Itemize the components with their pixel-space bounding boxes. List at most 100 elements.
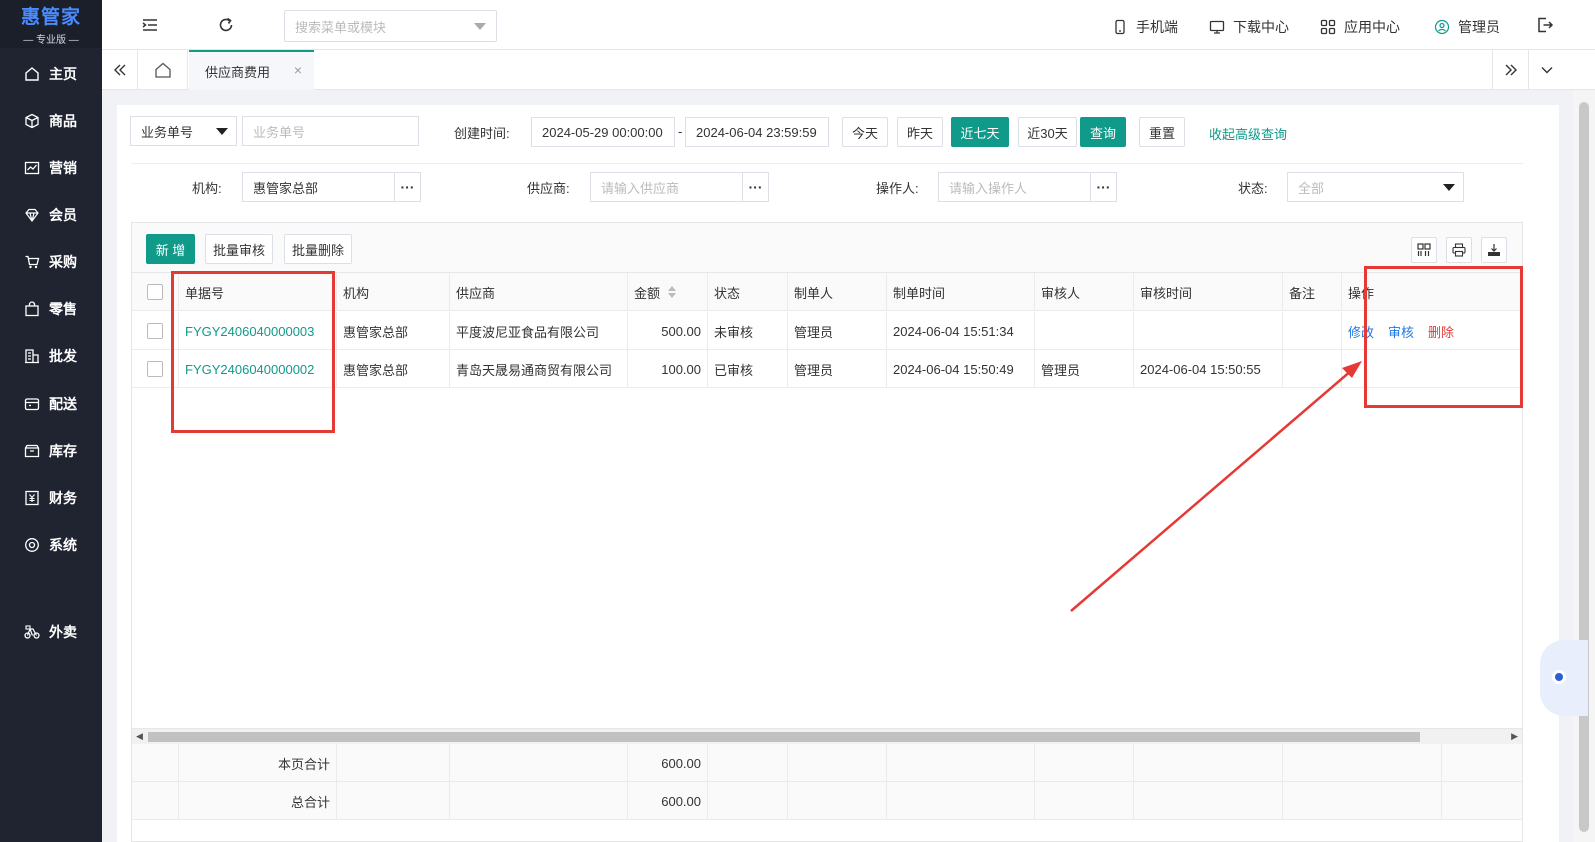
sidebar-item-marketing[interactable]: 营销 [0,150,102,186]
user-menu[interactable]: 管理员 [1434,17,1500,37]
select-all-checkbox[interactable] [147,284,163,300]
header-make-time[interactable]: 制单时间 [887,273,1035,311]
caret-down-icon [1443,184,1455,191]
tab-home[interactable] [138,50,188,90]
caret-down-icon [216,128,228,135]
grand-total-row: 总合计 600.00 [132,782,1522,820]
refresh-icon[interactable] [216,15,236,35]
header-org[interactable]: 机构 [337,273,450,311]
tab-supplier-fee[interactable]: 供应商费用 × [189,50,314,90]
print-button[interactable] [1446,237,1472,263]
sidebar-item-label: 系统 [49,537,77,553]
header-doc-no[interactable]: 单据号 [179,273,337,311]
sidebar-item-inventory[interactable]: 库存 [0,433,102,469]
audit-link[interactable]: 审核 [1388,322,1414,341]
last-7-days-button[interactable]: 近七天 [951,117,1009,147]
supplier-input[interactable]: 请输入供应商 ··· [590,172,769,202]
header-auditor[interactable]: 审核人 [1035,273,1134,311]
divider [131,163,1523,164]
status-select[interactable]: 全部 [1287,172,1464,202]
delete-link[interactable]: 删除 [1428,322,1454,341]
doc-no-link[interactable]: FYGY2406040000003 [179,312,337,350]
assistant-float-button[interactable] [1540,640,1588,716]
scroll-right-arrow-icon[interactable]: ▶ [1511,731,1518,742]
batch-audit-button[interactable]: 批量审核 [205,234,273,264]
operator-picker-button[interactable]: ··· [1090,173,1116,201]
download-center-link[interactable]: 下载中心 [1209,17,1289,37]
yesterday-button[interactable]: 昨天 [897,117,943,147]
menu-search-select[interactable]: 搜索菜单或模块 [284,10,497,42]
menu-fold-icon[interactable] [140,15,160,35]
data-grid: 新 增 批量审核 批量删除 单据号 机构 供应商 金额 状态 制单人 制单时间 … [131,222,1523,842]
edit-link[interactable]: 修改 [1348,322,1374,341]
row-checkbox[interactable] [147,323,163,339]
header-audit-time[interactable]: 审核时间 [1134,273,1283,311]
date-from-input[interactable]: 2024-05-29 00:00:00 [531,117,675,147]
scroll-left-arrow-icon[interactable]: ◀ [136,731,143,742]
sidebar-item-retail[interactable]: 零售 [0,291,102,327]
empty-cell [887,782,1035,820]
query-button[interactable]: 查询 [1080,117,1126,147]
logout-icon[interactable] [1536,16,1554,34]
row-checkbox[interactable] [147,361,163,377]
table-header: 单据号 机构 供应商 金额 状态 制单人 制单时间 审核人 审核时间 备注 操作 [132,273,1522,311]
amount-cell: 500.00 [628,312,708,350]
scrollbar-thumb[interactable] [1579,102,1589,832]
scrollbar-thumb[interactable] [148,732,1420,742]
header-amount[interactable]: 金额 [628,273,708,311]
header-remark[interactable]: 备注 [1283,273,1342,311]
org-value: 惠管家总部 [253,180,319,196]
tab-scroll-right-button[interactable] [1492,50,1528,90]
collapse-advanced-link[interactable]: 收起高级查询 [1209,124,1287,143]
doc-no-link[interactable]: FYGY2406040000002 [179,350,337,388]
sidebar-item-wholesale[interactable]: 批发 [0,338,102,374]
empty-cell [450,782,628,820]
tab-scroll-left-button[interactable] [102,50,138,90]
mobile-link[interactable]: 手机端 [1112,17,1178,37]
table-row[interactable]: FYGY2406040000002 惠管家总部 青岛天晟易通商贸有限公司 100… [132,350,1522,388]
last-30-days-button[interactable]: 近30天 [1018,117,1077,147]
today-button[interactable]: 今天 [842,117,888,147]
export-button[interactable] [1481,237,1507,263]
sidebar-item-finance[interactable]: 财务 [0,480,102,516]
date-to-input[interactable]: 2024-06-04 23:59:59 [685,117,829,147]
status-value: 全部 [1298,180,1325,196]
close-icon[interactable]: × [294,62,302,78]
empty-cell [708,744,788,782]
doc-type-select[interactable]: 业务单号 [130,116,237,146]
search-placeholder: 搜索菜单或模块 [295,19,387,35]
table-row[interactable]: FYGY2406040000003 惠管家总部 平度波尼亚食品有限公司 500.… [132,312,1522,350]
sidebar-item-takeout[interactable]: 外卖 [0,614,102,650]
row-select-cell [132,350,179,388]
sidebar-item-system[interactable]: 系统 [0,527,102,563]
operator-input[interactable]: 请输入操作人 ··· [938,172,1117,202]
sort-icon[interactable] [668,286,677,298]
org-cell: 惠管家总部 [337,350,450,388]
batch-delete-button[interactable]: 批量删除 [284,234,352,264]
header-status[interactable]: 状态 [708,273,788,311]
tab-dropdown-button[interactable] [1528,50,1564,90]
empty-cell [1283,782,1442,820]
sidebar-item-home[interactable]: 主页 [0,56,102,92]
header-maker[interactable]: 制单人 [788,273,887,311]
horizontal-scrollbar[interactable]: ◀ ▶ [132,728,1522,744]
sidebar-item-purchase[interactable]: 采购 [0,244,102,280]
sidebar-item-member[interactable]: 会员 [0,197,102,233]
doc-number-input[interactable]: 业务单号 [242,116,419,146]
org-input[interactable]: 惠管家总部 ··· [242,172,421,202]
sidebar-item-goods[interactable]: 商品 [0,103,102,139]
grand-total-amount: 600.00 [628,782,708,820]
header-supplier[interactable]: 供应商 [450,273,628,311]
reset-button[interactable]: 重置 [1139,117,1185,147]
date-to-value: 2024-06-04 23:59:59 [696,124,817,140]
column-settings-button[interactable] [1411,237,1437,263]
org-picker-button[interactable]: ··· [394,173,420,201]
empty-cell [450,744,628,782]
sidebar-item-label: 库存 [49,443,77,459]
monitor-icon [1209,20,1225,34]
supplier-picker-button[interactable]: ··· [742,173,768,201]
add-button[interactable]: 新 增 [146,234,195,264]
sidebar-item-delivery[interactable]: 配送 [0,386,102,422]
app-center-link[interactable]: 应用中心 [1320,17,1400,37]
page-vertical-scrollbar[interactable] [1573,90,1595,842]
